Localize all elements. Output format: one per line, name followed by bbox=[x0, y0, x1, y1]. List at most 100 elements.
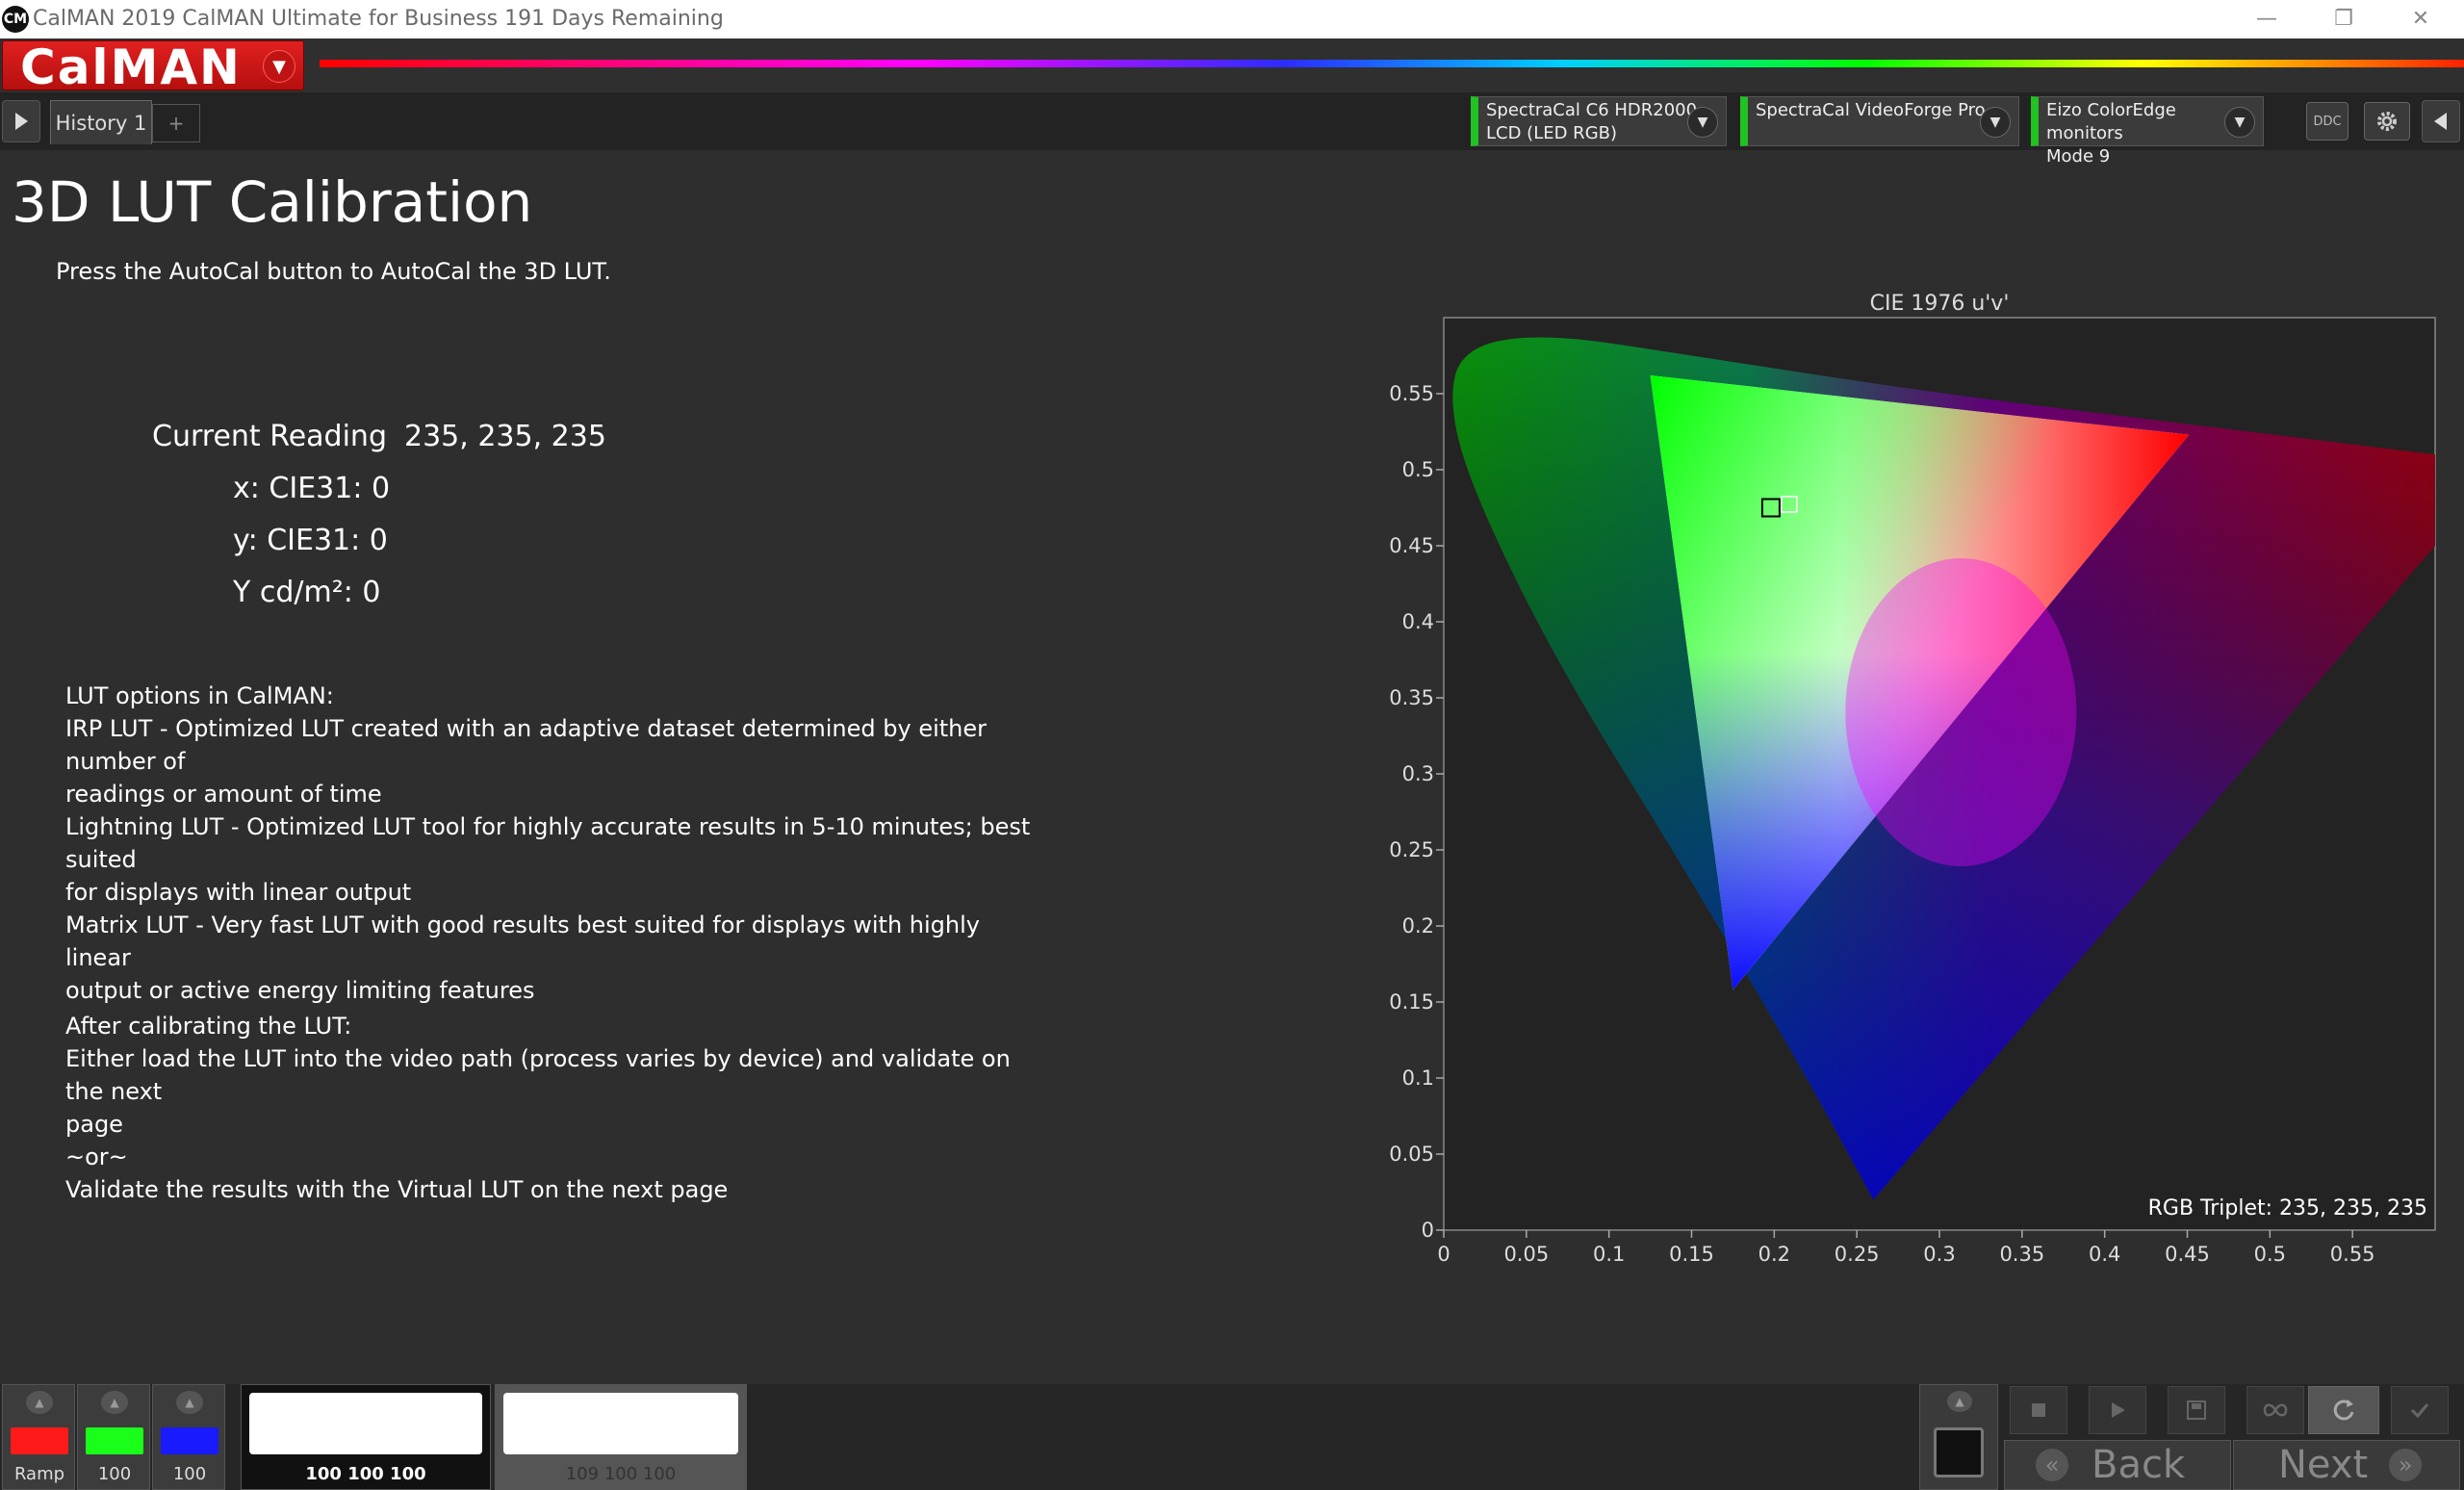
expand-right-panel-button[interactable] bbox=[2422, 100, 2460, 142]
play-icon bbox=[2112, 1402, 2125, 1418]
tab-history-1[interactable]: History 1 bbox=[50, 100, 152, 144]
reading-luminance: Y cd/m²: 0 bbox=[233, 576, 381, 609]
display-device-mode: Mode 9 bbox=[2046, 146, 2111, 167]
ddc-button[interactable]: DDC bbox=[2306, 102, 2348, 141]
y-tick-label: 0.25 bbox=[1389, 838, 1434, 861]
confirm-button[interactable] bbox=[2391, 1386, 2449, 1434]
swatch-chip-red bbox=[11, 1427, 68, 1454]
restore-button[interactable]: ❐ bbox=[2310, 2, 2377, 35]
loop-button[interactable] bbox=[2246, 1386, 2304, 1434]
minimize-button[interactable]: — bbox=[2233, 2, 2300, 35]
y-tick-label: 0 bbox=[1422, 1219, 1434, 1242]
after-line-4: Validate the results with the Virtual LU… bbox=[65, 1176, 729, 1203]
after-line-1: Either load the LUT into the video path … bbox=[65, 1045, 1011, 1105]
window-title: CalMAN 2019 CalMAN Ultimate for Business… bbox=[33, 7, 724, 31]
y-tick-label: 0.4 bbox=[1402, 610, 1434, 633]
close-button[interactable]: ✕ bbox=[2387, 2, 2454, 35]
x-tick-label: 0.4 bbox=[2089, 1243, 2120, 1266]
chevron-up-icon[interactable]: ▲ bbox=[101, 1391, 128, 1414]
irp-lut-line-1: IRP LUT - Optimized LUT created with an … bbox=[65, 715, 988, 775]
patch-next[interactable]: 109 100 100 bbox=[495, 1384, 747, 1490]
app-logo-icon: CM bbox=[2, 6, 29, 33]
back-label: Back bbox=[2092, 1443, 2186, 1487]
autocal-button[interactable] bbox=[2308, 1386, 2379, 1434]
brand-menu-chevron-icon[interactable]: ▼ bbox=[263, 50, 295, 83]
y-tick-label: 0.55 bbox=[1389, 382, 1434, 405]
x-tick-label: 0.1 bbox=[1593, 1243, 1625, 1266]
y-tick-label: 0.2 bbox=[1402, 914, 1434, 938]
x-tick-label: 0 bbox=[1437, 1243, 1450, 1266]
gamut-magenta-glow bbox=[1845, 558, 2077, 867]
x-tick-label: 0.25 bbox=[1835, 1243, 1880, 1266]
meter-device-mode: LCD (LED RGB) bbox=[1486, 123, 1618, 143]
patch-preview bbox=[249, 1393, 482, 1454]
save-icon bbox=[2187, 1400, 2206, 1420]
expand-left-panel-button[interactable] bbox=[2, 100, 40, 142]
reading-y: y: CIE31: 0 bbox=[233, 524, 388, 557]
swatch-chip-green bbox=[86, 1427, 143, 1454]
lightning-lut-line-2: for displays with linear output bbox=[65, 879, 412, 906]
x-tick-label: 0.45 bbox=[2165, 1243, 2210, 1266]
chart-title: CIE 1976 u'v' bbox=[1870, 292, 2010, 316]
chevron-up-icon[interactable]: ▲ bbox=[176, 1391, 203, 1414]
chevron-down-icon[interactable]: ▼ bbox=[1687, 107, 1718, 138]
brand-label: CalMAN bbox=[20, 39, 242, 95]
matrix-lut-line-2: output or active energy limiting feature… bbox=[65, 977, 535, 1004]
back-button[interactable]: « Back bbox=[2004, 1440, 2231, 1490]
check-icon bbox=[2410, 1403, 2429, 1419]
swatch-label: 100 bbox=[97, 1464, 132, 1484]
y-tick-label: 0.05 bbox=[1389, 1143, 1434, 1166]
app-header: CalMAN ▼ bbox=[0, 39, 2464, 95]
save-button[interactable] bbox=[2168, 1386, 2225, 1434]
autocal-instruction: Press the AutoCal button to AutoCal the … bbox=[56, 258, 611, 285]
display-device-selector[interactable]: Eizo ColorEdge monitors Mode 9 ▼ bbox=[2031, 96, 2264, 167]
next-button[interactable]: Next » bbox=[2233, 1440, 2460, 1490]
play-button[interactable] bbox=[2089, 1386, 2146, 1434]
stop-icon bbox=[2032, 1403, 2045, 1417]
rainbow-stripe bbox=[320, 60, 2464, 67]
add-tab-button[interactable]: + bbox=[152, 104, 200, 142]
patch-current[interactable]: 100 100 100 bbox=[241, 1384, 491, 1490]
swatch-label: Ramp bbox=[13, 1464, 65, 1484]
tab-bar: History 1 + SpectraCal C6 HDR2000 LCD (L… bbox=[0, 92, 2464, 167]
window-titlebar: CM CalMAN 2019 CalMAN Ultimate for Busin… bbox=[0, 0, 2464, 39]
meter-device-selector[interactable]: SpectraCal C6 HDR2000 LCD (LED RGB) ▼ bbox=[1471, 96, 1727, 146]
settings-button[interactable] bbox=[2364, 102, 2410, 141]
monitor-icon bbox=[1934, 1427, 1984, 1477]
x-tick-label: 0.35 bbox=[1999, 1243, 2044, 1266]
cie-chart-svg: CIE 1976 u'v' 0 0.05 0.1 0.15 0.2 0.25 0.3 0.35… bbox=[1389, 292, 2436, 1266]
refresh-icon bbox=[2333, 1400, 2354, 1421]
collapse-left-icon bbox=[2434, 113, 2447, 130]
chevron-up-icon[interactable]: ▲ bbox=[26, 1391, 53, 1414]
double-chevron-left-icon: « bbox=[2036, 1449, 2068, 1481]
chevron-down-icon[interactable]: ▼ bbox=[2224, 107, 2255, 138]
play-icon bbox=[15, 113, 28, 130]
swatch-green[interactable]: ▲ 100 bbox=[77, 1384, 150, 1490]
x-tick-label: 0.05 bbox=[1503, 1243, 1549, 1266]
current-reading-label: Current Reading bbox=[152, 420, 387, 453]
x-tick-label: 0.2 bbox=[1758, 1243, 1790, 1266]
chevron-up-icon[interactable]: ▲ bbox=[1947, 1391, 1972, 1412]
gear-icon bbox=[2377, 112, 2397, 131]
y-tick-label: 0.5 bbox=[1402, 458, 1434, 481]
matrix-lut-line-1: Matrix LUT - Very fast LUT with good res… bbox=[65, 912, 980, 971]
irp-lut-line-2: readings or amount of time bbox=[65, 781, 382, 808]
x-tick-label: 0.3 bbox=[1923, 1243, 1955, 1266]
display-toggle-button[interactable]: ▲ bbox=[1919, 1384, 1998, 1490]
x-tick-label: 0.5 bbox=[2254, 1243, 2286, 1266]
calman-brand-button[interactable]: CalMAN ▼ bbox=[2, 39, 304, 95]
reading-x: x: CIE31: 0 bbox=[233, 472, 391, 505]
after-line-2: page bbox=[65, 1111, 123, 1138]
source-device-selector[interactable]: SpectraCal VideoForge Pro ▼ bbox=[1740, 96, 2019, 146]
bottom-toolbar: ▲ Ramp ▲ 100 ▲ 100 100 100 100 109 100 1… bbox=[0, 1384, 2464, 1490]
x-tick-label: 0.15 bbox=[1669, 1243, 1714, 1266]
swatch-blue[interactable]: ▲ 100 bbox=[152, 1384, 225, 1490]
rgb-triplet-annotation: RGB Triplet: 235, 235, 235 bbox=[2148, 1196, 2427, 1220]
lut-options-text: LUT options in CalMAN: IRP LUT - Optimiz… bbox=[65, 680, 1047, 1007]
meter-device-name: SpectraCal C6 HDR2000 bbox=[1486, 100, 1698, 120]
stop-button[interactable] bbox=[2010, 1386, 2067, 1434]
y-tick-label: 0.35 bbox=[1389, 686, 1434, 709]
swatch-ramp[interactable]: ▲ Ramp bbox=[2, 1384, 75, 1490]
chevron-down-icon[interactable]: ▼ bbox=[1980, 107, 2011, 138]
y-tick-label: 0.3 bbox=[1402, 762, 1434, 785]
